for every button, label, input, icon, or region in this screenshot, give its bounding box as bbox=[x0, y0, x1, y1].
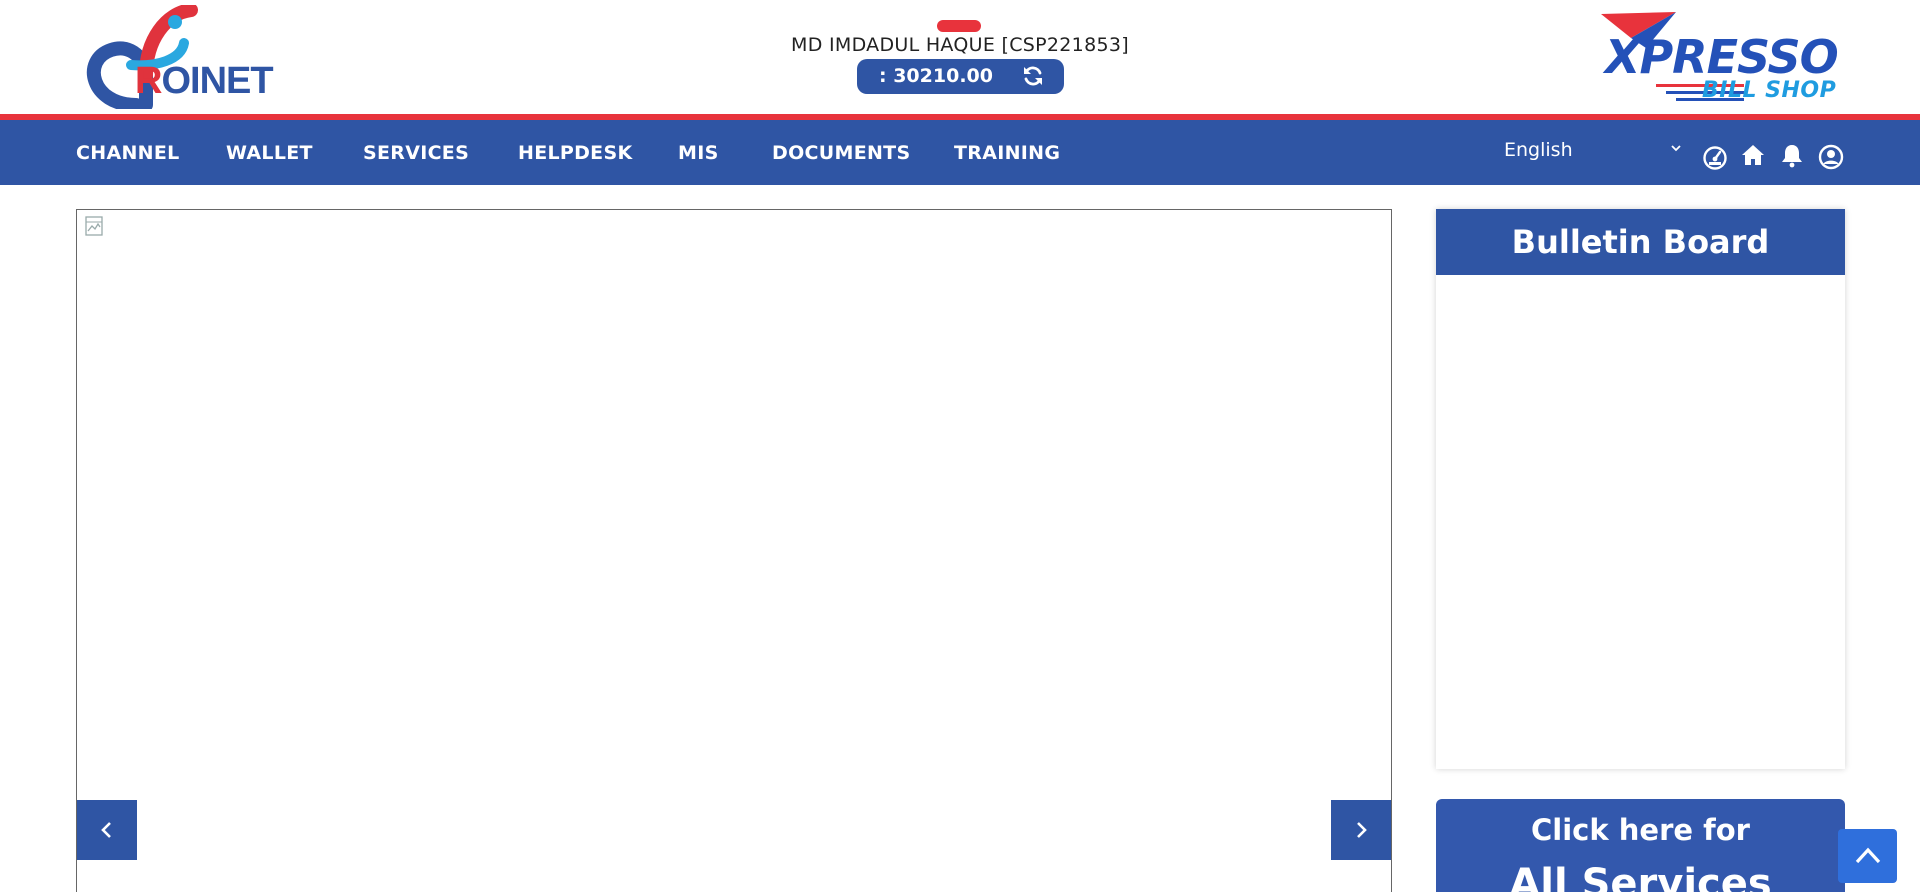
xpresso-logo-text: XPRESSO bbox=[1605, 30, 1839, 84]
language-select[interactable]: English bbox=[1504, 139, 1684, 167]
status-indicator bbox=[937, 20, 981, 32]
main-navbar: CHANNEL WALLET SERVICES HELPDESK MIS DOC… bbox=[0, 120, 1920, 185]
roinet-logo-text: ROINET bbox=[135, 60, 274, 103]
chevron-down-icon bbox=[1671, 145, 1681, 152]
all-services-line1: Click here for bbox=[1531, 813, 1750, 847]
carousel-prev-button[interactable] bbox=[77, 800, 137, 860]
nav-wallet[interactable]: WALLET bbox=[226, 142, 313, 164]
language-value: English bbox=[1504, 139, 1573, 161]
home-icon[interactable] bbox=[1740, 142, 1766, 168]
chevron-right-icon bbox=[1357, 822, 1367, 838]
nav-services[interactable]: SERVICES bbox=[363, 142, 469, 164]
chevron-left-icon bbox=[101, 822, 111, 838]
user-circle-icon[interactable] bbox=[1818, 144, 1844, 170]
scroll-to-top-button[interactable] bbox=[1838, 829, 1897, 883]
balance-amount: : 30210.00 bbox=[879, 65, 993, 87]
speedometer-icon[interactable] bbox=[1702, 144, 1728, 170]
refresh-icon[interactable] bbox=[1021, 64, 1045, 88]
broken-image-icon bbox=[85, 216, 103, 236]
wallet-balance: : 30210.00 bbox=[857, 59, 1064, 94]
roinet-logo-r: R bbox=[135, 60, 162, 102]
bulletin-board-title: Bulletin Board bbox=[1436, 209, 1845, 275]
bulletin-board: Bulletin Board bbox=[1436, 209, 1845, 769]
xpresso-logo-subtext: BILL SHOP bbox=[1702, 78, 1837, 103]
carousel-next-button[interactable] bbox=[1331, 800, 1391, 860]
nav-helpdesk[interactable]: HELPDESK bbox=[518, 142, 632, 164]
nav-training[interactable]: TRAINING bbox=[954, 142, 1060, 164]
all-services-line2: All Services bbox=[1509, 861, 1772, 892]
top-header: ROINET MD IMDADUL HAQUE [CSP221853] : 30… bbox=[0, 0, 1920, 114]
bell-icon[interactable] bbox=[1779, 142, 1805, 168]
nav-channel[interactable]: CHANNEL bbox=[76, 142, 180, 164]
roinet-logo-rest: OINET bbox=[161, 60, 273, 102]
banner-carousel bbox=[76, 209, 1392, 892]
nav-documents[interactable]: DOCUMENTS bbox=[772, 142, 910, 164]
all-services-button[interactable]: Click here for All Services bbox=[1436, 799, 1845, 892]
chevron-up-icon bbox=[1855, 847, 1881, 864]
nav-mis[interactable]: MIS bbox=[678, 142, 719, 164]
